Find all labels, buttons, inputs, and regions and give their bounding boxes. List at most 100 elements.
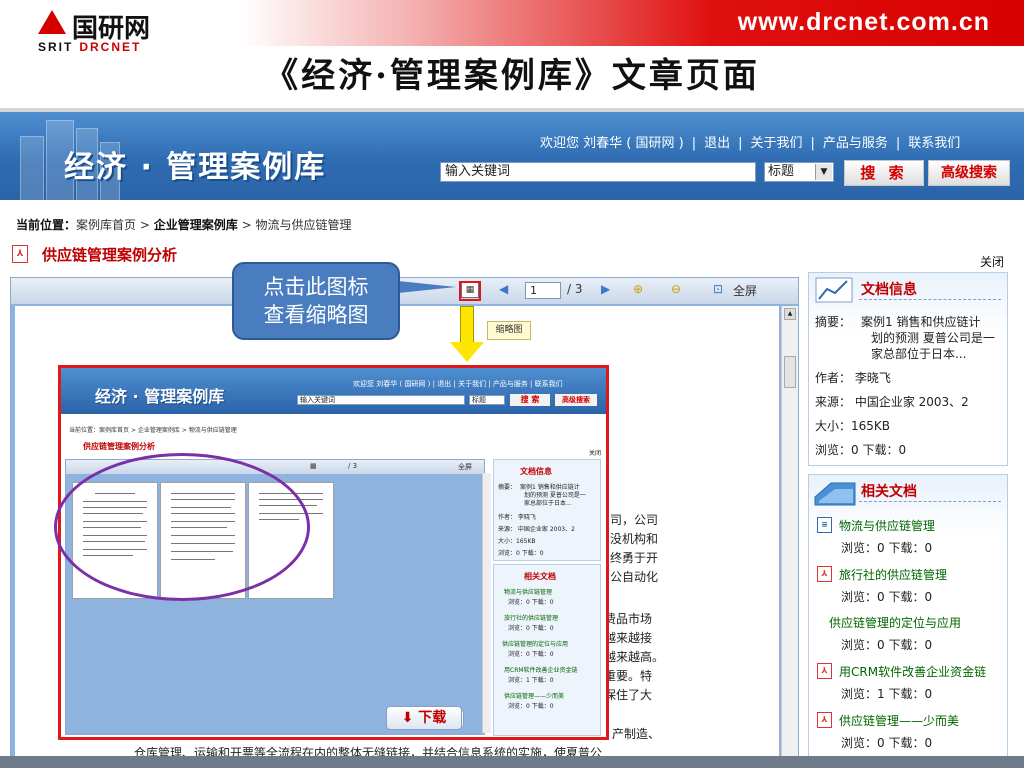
search-input[interactable]: 输入关键词 xyxy=(440,162,756,182)
related-item-stats: 浏览：1 下载：0 xyxy=(841,687,933,701)
related-item-stats: 浏览：0 下载：0 xyxy=(841,736,933,750)
related-item-title[interactable]: 物流与供应链管理 xyxy=(839,517,935,534)
inset-breadcrumb: 当前位置：案例库首页 > 企业管理案例库 > 物流与供应链管理 xyxy=(69,427,237,434)
stats-field: 浏览：0 下载：0 xyxy=(815,443,907,457)
inset-page-total: / 3 xyxy=(348,462,358,470)
doc-icon: ≡ xyxy=(817,517,832,533)
body-text-line: 没机构和 xyxy=(610,532,659,546)
body-text-line: 重要。特 xyxy=(604,669,653,683)
related-item-stats: 浏览：0 下载：0 xyxy=(841,590,933,604)
inset-field-select: 标题 xyxy=(469,395,505,405)
callout-line: 点击此图标 xyxy=(263,275,369,299)
advanced-search-button[interactable]: 高级搜索 xyxy=(928,160,1010,186)
zoom-in-icon[interactable]: ⊕ xyxy=(633,282,643,296)
related-item-title[interactable]: 用CRM软件改善企业资金链 xyxy=(839,663,986,680)
bottom-strip xyxy=(0,756,1024,768)
welcome-text: 欢迎您 刘春华 ( 国研网 ) xyxy=(540,136,684,151)
down-arrow-icon xyxy=(460,306,474,344)
doc-info-panel: 文档信息 摘要： 案例1 销售和供应链计 划的预测 夏普公司是一 家总部位于日本… xyxy=(808,272,1008,466)
chart-icon xyxy=(815,277,853,303)
inset-fullscreen: 全屏 xyxy=(458,463,472,471)
folder-icon xyxy=(814,482,856,506)
related-item-title[interactable]: 供应链管理的定位与应用 xyxy=(829,614,961,631)
breadcrumb-home[interactable]: 案例库首页 xyxy=(76,218,136,232)
page-title: 供应链管理案例分析 xyxy=(42,246,178,264)
contact-link[interactable]: 联系我们 xyxy=(908,136,960,151)
author-field: 作者： 李晓飞 xyxy=(815,371,891,385)
related-item-stats: 浏览：0 下载：0 xyxy=(841,541,933,555)
body-text-line: 产制造、 xyxy=(612,727,661,741)
highlight-box xyxy=(459,281,481,301)
scroll-thumb[interactable] xyxy=(784,356,796,388)
pdf-icon: ⅄ xyxy=(817,663,832,679)
inset-advanced-button: 高级搜索 xyxy=(555,394,597,406)
search-button[interactable]: 搜 索 xyxy=(844,160,924,186)
viewer-scrollbar[interactable]: ▲ xyxy=(781,306,798,766)
inset-scrollbar xyxy=(482,473,491,733)
inset-search-button: 搜 索 xyxy=(510,394,550,406)
body-text-line: 司，公司 xyxy=(610,513,659,527)
callout-pointer xyxy=(398,281,456,293)
related-item-stats: 浏览：0 下载：0 xyxy=(841,638,933,652)
summary-line: 划的预测 夏普公司是一 xyxy=(871,331,995,345)
highlight-ellipse xyxy=(54,453,310,601)
slide-title: 《经济·管理案例库》文章页面 xyxy=(264,56,760,96)
page-number-input[interactable]: 1 xyxy=(525,282,561,299)
top-nav: 欢迎您 刘春华 ( 国研网 ) | 退出 | 关于我们 | 产品与服务 | 联系我们 xyxy=(540,136,961,151)
summary-line: 案例1 销售和供应链计 xyxy=(861,315,981,329)
breadcrumb-level3[interactable]: 物流与供应链管理 xyxy=(255,218,351,232)
logo-triangle-icon xyxy=(38,10,66,34)
inset-brand: 经济 · 管理案例库 xyxy=(95,387,225,406)
body-text-line: 越来越高。 xyxy=(604,650,665,664)
chevron-down-icon[interactable]: ▼ xyxy=(815,164,832,180)
breadcrumb-level2[interactable]: 企业管理案例库 xyxy=(154,218,238,232)
pdf-icon: ⅄ xyxy=(12,245,28,263)
inset-close: 关闭 xyxy=(589,450,602,457)
size-field: 大小：165KB xyxy=(815,419,891,433)
prev-page-icon[interactable]: ◀ xyxy=(499,282,508,296)
search-field-select[interactable]: 标题 ▼ xyxy=(764,162,834,182)
building-graphic xyxy=(20,136,44,202)
summary-line: 家总部位于日本... xyxy=(871,347,967,361)
inset-doc-info: 文档信息 摘要： 案例1 销售和供应链计 划的预测 夏普公司是一 家总部位于日本… xyxy=(493,459,601,561)
inset-top-nav: 欢迎您 刘春华 ( 国研网 ) | 退出 | 关于我们 | 产品与服务 | 联系… xyxy=(353,380,563,388)
app-brand-logo[interactable]: 经济 · 管理案例库 xyxy=(64,142,326,186)
next-page-icon[interactable]: ▶ xyxy=(601,282,610,296)
inset-thumbnail-icon: ▦ xyxy=(310,462,317,470)
summary-label: 摘要： xyxy=(815,315,852,329)
body-text-line: 公自动化 xyxy=(610,570,659,584)
fullscreen-label[interactable]: 全屏 xyxy=(733,282,757,299)
body-text-line: 终勇于开 xyxy=(610,551,659,565)
inset-page-title: 供应链管理案例分析 xyxy=(83,442,155,451)
slide-header: www.drcnet.com.cn 国研网 SRIT DRCNET 《经济·管理案… xyxy=(0,0,1024,112)
source-field: 来源： 中国企业家 2003、2 xyxy=(815,395,969,409)
doc-info-title: 文档信息 xyxy=(861,282,917,298)
products-link[interactable]: 产品与服务 xyxy=(823,136,888,151)
related-item-title[interactable]: 供应链管理——少而美 xyxy=(839,712,959,729)
breadcrumb: 当前位置：案例库首页 > 企业管理案例库 > 物流与供应链管理 xyxy=(16,218,352,232)
down-arrow-head-icon xyxy=(450,342,484,362)
site-url: www.drcnet.com.cn xyxy=(737,8,990,36)
related-item-title[interactable]: 旅行社的供应链管理 xyxy=(839,566,947,583)
zoom-out-icon[interactable]: ⊖ xyxy=(671,282,681,296)
download-button[interactable]: ⬇ 下载 xyxy=(386,706,462,730)
app-banner: 经济 · 管理案例库 欢迎您 刘春华 ( 国研网 ) | 退出 | 关于我们 | 产品与服务… xyxy=(0,112,1024,202)
about-link[interactable]: 关于我们 xyxy=(750,136,802,151)
callout-line: 查看缩略图 xyxy=(263,303,369,327)
body-text-line: 费品市场 xyxy=(604,612,653,626)
page-total: / 3 xyxy=(567,282,583,296)
pdf-icon: ⅄ xyxy=(817,566,832,582)
download-icon: ⬇ xyxy=(401,710,419,726)
related-docs-title: 相关文档 xyxy=(861,484,917,500)
fullscreen-icon[interactable]: ⊡ xyxy=(713,282,723,296)
logout-link[interactable]: 退出 xyxy=(704,136,730,151)
close-link[interactable]: 关闭 xyxy=(980,253,1004,270)
inset-search-input: 输入关键词 xyxy=(297,395,465,405)
body-text-line: 越来越接 xyxy=(604,631,653,645)
pdf-icon: ⅄ xyxy=(817,712,832,728)
body-text-line: 保住了大 xyxy=(604,688,653,702)
inset-related-docs: 相关文档 物流与供应链管理 浏览：0 下载：0 旅行社的供应链管理 浏览：0 下… xyxy=(493,564,601,736)
thumbnail-tooltip: 缩略图 xyxy=(487,321,531,340)
scroll-up-icon[interactable]: ▲ xyxy=(784,308,796,320)
related-docs-panel: 相关文档 ≡ 物流与供应链管理 浏览：0 下载：0 ⅄ 旅行社的供应链管理 浏览… xyxy=(808,474,1008,768)
